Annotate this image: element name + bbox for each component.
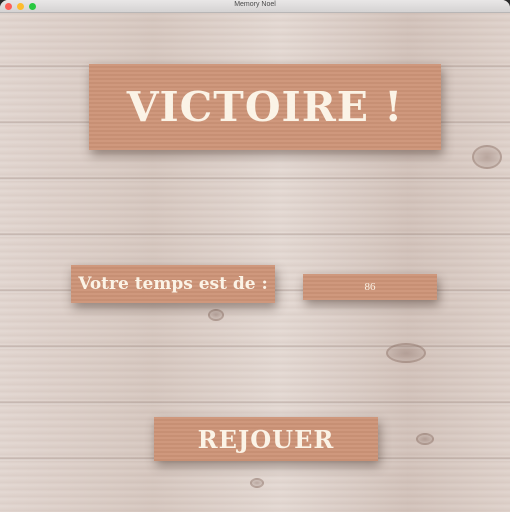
- time-label: Votre temps est de :: [71, 265, 275, 303]
- wood-knot-decoration: [386, 343, 426, 363]
- wood-knot-decoration: [250, 478, 264, 488]
- title-bar: Memory Noel: [0, 0, 510, 13]
- wood-knot-decoration: [416, 433, 434, 445]
- time-value-field: 86: [303, 274, 437, 300]
- wood-knot-decoration: [472, 145, 502, 169]
- wood-knot-decoration: [208, 309, 224, 321]
- app-window: Memory Noel VICTOIRE ! Votre temps est d…: [0, 0, 510, 512]
- replay-button[interactable]: REJOUER: [154, 417, 378, 461]
- window-title: Memory Noel: [234, 1, 276, 8]
- victory-banner: VICTOIRE !: [89, 64, 441, 150]
- wood-background: VICTOIRE ! Votre temps est de : 86 REJOU…: [0, 13, 510, 512]
